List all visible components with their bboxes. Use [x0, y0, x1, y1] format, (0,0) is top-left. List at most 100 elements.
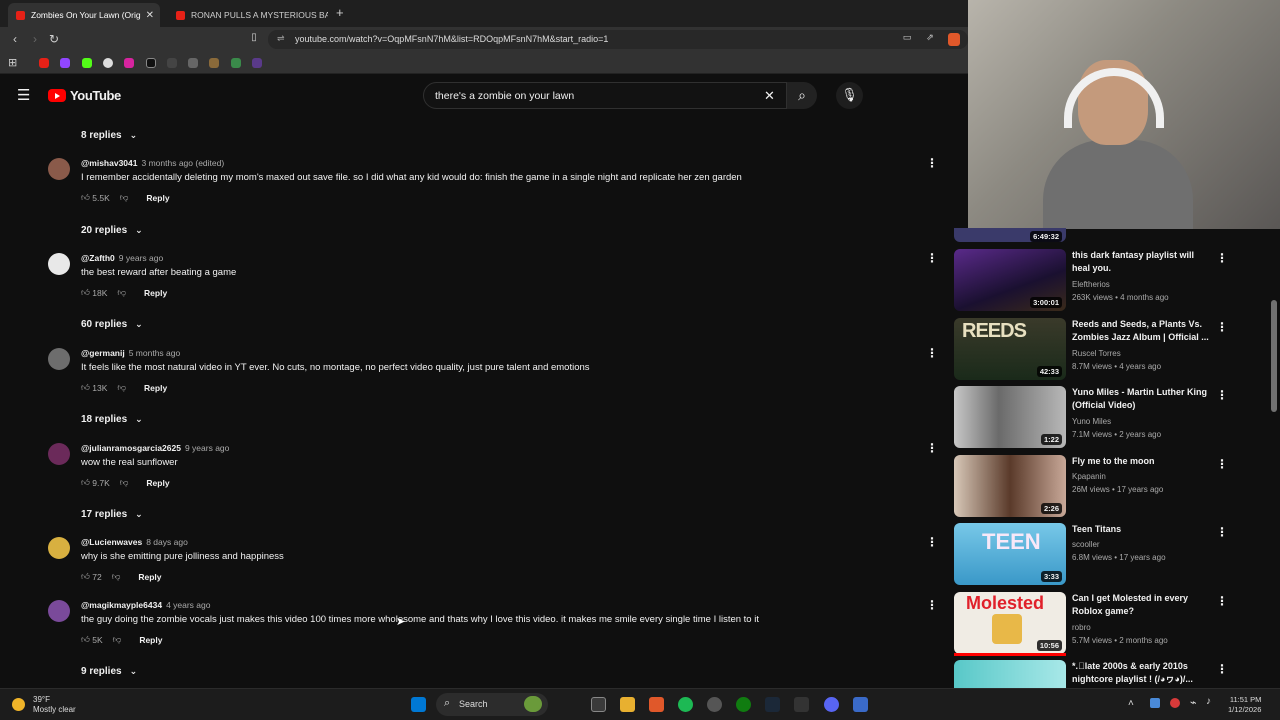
- view-replies-button[interactable]: 20 replies ⌄: [81, 225, 143, 236]
- comment-author[interactable]: @magikmayple6434: [81, 600, 162, 610]
- bookmark-icon[interactable]: [167, 58, 177, 68]
- sidebar-video[interactable]: TEEN 3:33 Teen Titans scooller 6.8M view…: [954, 523, 1272, 587]
- tray-icon[interactable]: [1170, 698, 1180, 708]
- comment-author[interactable]: @Lucienwaves: [81, 537, 142, 547]
- avatar[interactable]: [48, 537, 70, 559]
- discord-icon[interactable]: [824, 697, 839, 712]
- bookmark-icon[interactable]: [252, 58, 262, 68]
- video-menu-icon[interactable]: ⋮: [1216, 388, 1228, 402]
- new-tab-button[interactable]: +: [336, 5, 344, 20]
- volume-icon[interactable]: ♪: [1206, 696, 1211, 707]
- comment-time[interactable]: 9 years ago: [119, 253, 163, 263]
- video-channel[interactable]: robro: [1072, 623, 1091, 632]
- video-channel[interactable]: scooller: [1072, 540, 1100, 549]
- close-tab-icon[interactable]: ✕: [146, 10, 154, 21]
- apps-grid-icon[interactable]: ⊞: [8, 56, 17, 69]
- view-replies-button[interactable]: 60 replies ⌄: [81, 319, 143, 330]
- bookmark-icon[interactable]: [188, 58, 198, 68]
- app-icon[interactable]: [707, 697, 722, 712]
- system-clock[interactable]: 11:51 PM 1/12/2026: [1228, 695, 1261, 715]
- menu-icon[interactable]: ☰: [17, 86, 30, 104]
- video-menu-icon[interactable]: ⋮: [1216, 525, 1228, 539]
- sidebar-video[interactable]: *.゚late 2000s & early 2010s nightcore pl…: [954, 660, 1272, 688]
- dislike-icon[interactable]: 👎︎: [112, 571, 121, 582]
- like-icon[interactable]: 👍︎: [81, 634, 90, 645]
- comment-time[interactable]: 4 years ago: [166, 600, 210, 610]
- brave-shield-icon[interactable]: [948, 33, 960, 46]
- reply-button[interactable]: Reply: [146, 478, 169, 488]
- view-replies-button[interactable]: 17 replies ⌄: [81, 509, 143, 520]
- search-input[interactable]: there's a zombie on your lawn ✕: [423, 82, 787, 109]
- comment-time[interactable]: 9 years ago: [185, 443, 229, 453]
- youtube-bookmark-icon[interactable]: [39, 58, 49, 68]
- scrollbar-thumb[interactable]: [1271, 300, 1277, 412]
- dislike-icon[interactable]: 👎︎: [113, 634, 122, 645]
- comment-menu-icon[interactable]: ⋮: [926, 346, 938, 360]
- video-thumbnail[interactable]: 1:22: [954, 386, 1066, 448]
- video-menu-icon[interactable]: ⋮: [1216, 251, 1228, 265]
- sidebar-video[interactable]: 3:00:01 this dark fantasy playlist will …: [954, 249, 1272, 313]
- comment-author[interactable]: @Zafth0: [81, 253, 115, 263]
- avatar[interactable]: [48, 443, 70, 465]
- video-title[interactable]: Fly me to the moon: [1072, 455, 1212, 468]
- comment-menu-icon[interactable]: ⋮: [926, 535, 938, 549]
- sidebar-video[interactable]: 1:22 Yuno Miles - Martin Luther King (Of…: [954, 386, 1272, 450]
- comment-author[interactable]: @mishav3041: [81, 158, 138, 168]
- reload-icon[interactable]: ↻: [47, 32, 61, 46]
- comment-author[interactable]: @julianramosgarcia2625: [81, 443, 181, 453]
- site-settings-icon[interactable]: ⇌: [277, 33, 285, 44]
- back-icon[interactable]: ‹: [8, 32, 22, 46]
- file-explorer-icon[interactable]: [620, 697, 635, 712]
- google-bookmark-icon[interactable]: [103, 58, 113, 68]
- dislike-icon[interactable]: 👎︎: [117, 287, 126, 298]
- url-field[interactable]: ⇌ youtube.com/watch?v=OqpMFsnN7hM&list=R…: [268, 30, 968, 49]
- like-icon[interactable]: 👍︎: [81, 571, 90, 582]
- comment-author[interactable]: @germanij: [81, 348, 125, 358]
- video-thumbnail[interactable]: 6:49:32: [954, 228, 1066, 242]
- video-title[interactable]: this dark fantasy playlist will heal you…: [1072, 249, 1212, 274]
- tiktok-bookmark-icon[interactable]: [146, 58, 156, 68]
- network-icon[interactable]: ⌁: [1190, 696, 1197, 709]
- like-icon[interactable]: 👍︎: [81, 192, 90, 203]
- video-title[interactable]: *.゚late 2000s & early 2010s nightcore pl…: [1072, 660, 1207, 685]
- dislike-icon[interactable]: 👎︎: [120, 477, 129, 488]
- view-replies-button[interactable]: 18 replies ⌄: [81, 414, 143, 425]
- tab-ronan[interactable]: RONAN PULLS A MYSTERIOUS BALL: [168, 3, 328, 27]
- video-channel[interactable]: Eleftherios: [1072, 280, 1110, 289]
- comment-menu-icon[interactable]: ⋮: [926, 441, 938, 455]
- twitch-bookmark-icon[interactable]: [60, 58, 70, 68]
- comment-time[interactable]: 3 months ago (edited): [142, 158, 225, 168]
- search-button[interactable]: ⌕: [787, 82, 817, 109]
- reply-button[interactable]: Reply: [144, 288, 167, 298]
- video-channel[interactable]: Kpapanin: [1072, 472, 1106, 481]
- bookmark-icon[interactable]: [231, 58, 241, 68]
- sidebar-video[interactable]: 6:49:32: [954, 228, 1272, 242]
- sidebar-video[interactable]: REEDS 42:33 Reeds and Seeds, a Plants Vs…: [954, 318, 1272, 382]
- bookmark-icon[interactable]: [209, 58, 219, 68]
- instagram-bookmark-icon[interactable]: [124, 58, 134, 68]
- task-view-icon[interactable]: [591, 697, 606, 712]
- video-menu-icon[interactable]: ⋮: [1216, 320, 1228, 334]
- view-replies-button[interactable]: 9 replies ⌄: [81, 666, 137, 677]
- video-title[interactable]: Yuno Miles - Martin Luther King (Officia…: [1072, 386, 1212, 411]
- tray-chevron-icon[interactable]: ˄: [1128, 698, 1134, 709]
- voice-search-icon[interactable]: 🎙: [836, 82, 863, 109]
- bookmark-icon[interactable]: ▯: [247, 32, 261, 43]
- video-channel[interactable]: Yuno Miles: [1072, 417, 1111, 426]
- avatar[interactable]: [48, 253, 70, 275]
- sidebar-video[interactable]: Molested 10:56 Can I get Molested in eve…: [954, 592, 1272, 656]
- spotify-icon[interactable]: [678, 697, 693, 712]
- forward-icon[interactable]: ›: [28, 32, 42, 46]
- video-title[interactable]: Teen Titans: [1072, 523, 1212, 536]
- weather-widget[interactable]: 39°F Mostly clear: [12, 695, 76, 715]
- comment-menu-icon[interactable]: ⋮: [926, 251, 938, 265]
- avatar[interactable]: [48, 158, 70, 180]
- reply-button[interactable]: Reply: [138, 572, 161, 582]
- video-channel[interactable]: Ruscel Torres: [1072, 349, 1121, 358]
- comment-menu-icon[interactable]: ⋮: [926, 598, 938, 612]
- like-icon[interactable]: 👍︎: [81, 287, 90, 298]
- dislike-icon[interactable]: 👎︎: [120, 192, 129, 203]
- video-menu-icon[interactable]: ⋮: [1216, 594, 1228, 608]
- comment-menu-icon[interactable]: ⋮: [926, 156, 938, 170]
- tab-zombies[interactable]: Zombies On Your Lawn (Orig ✕: [8, 3, 160, 27]
